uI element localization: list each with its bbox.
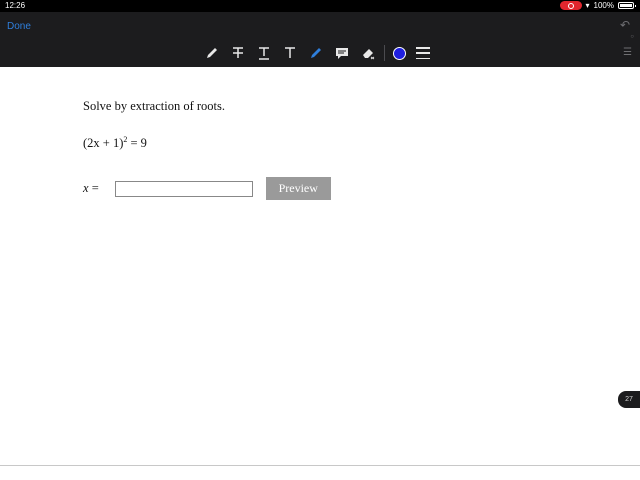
pen-icon[interactable] [204,45,220,61]
markup-tools [204,45,430,61]
comment-icon[interactable] [334,45,350,61]
undo-icon[interactable]: ↶ [620,18,630,32]
color-picker-button[interactable] [393,46,406,60]
line-weight-icon[interactable] [416,47,430,59]
battery-icon [618,2,636,9]
equation-left: (2x + 1) [83,136,124,151]
toolbar-divider [384,45,385,61]
answer-row: x = Preview [83,177,331,200]
highlighter-icon[interactable] [308,45,324,61]
markup-toolbar: Done ↶ ○ ☰ [0,12,640,67]
strikethrough-text-icon[interactable] [230,45,246,61]
equation-exponent: 2 [123,135,128,144]
status-bar: 12:26 ▾ 100% [0,0,640,12]
page-number-badge: 27 [618,391,640,408]
problem-prompt: Solve by extraction of roots. [83,99,225,113]
battery-percent: 100% [593,1,614,10]
answer-variable: x [83,181,89,195]
eraser-icon[interactable] [360,45,376,61]
answer-label: x = [83,181,99,196]
answer-input[interactable] [114,180,253,197]
preview-button[interactable]: Preview [265,177,331,200]
document-page: Solve by extraction of roots. (2x + 1)2 … [0,67,640,465]
screen-record-icon [559,1,582,10]
problem-equation: (2x + 1)2 = 9 [83,135,147,151]
list-icon[interactable]: ☰ [623,47,632,58]
status-time: 12:26 [5,1,26,10]
redo-icon[interactable]: ○ [630,34,634,40]
answer-equals: = [91,181,99,195]
done-button[interactable]: Done [7,21,31,32]
bottom-divider [0,465,640,466]
equation-right: = 9 [130,136,147,151]
underline-text-icon[interactable] [256,45,272,61]
status-indicators: ▾ 100% [559,1,636,10]
text-icon[interactable] [282,45,298,61]
wifi-icon: ▾ [585,1,590,10]
